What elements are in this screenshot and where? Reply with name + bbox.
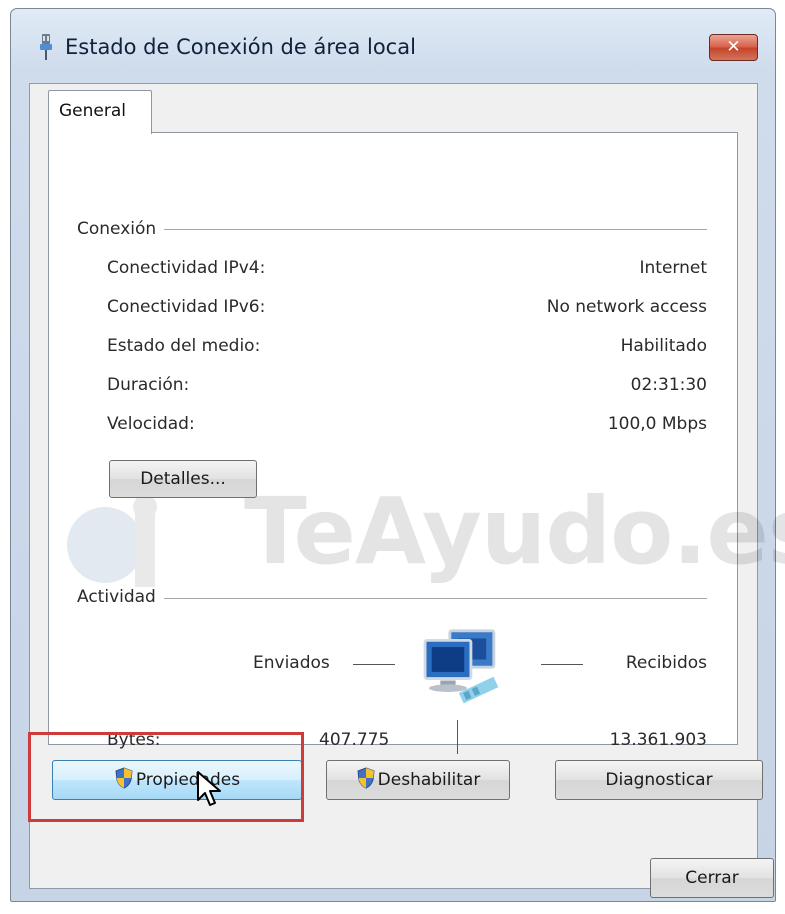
tab-general-label: General <box>59 101 126 121</box>
tab-general[interactable]: General <box>48 90 152 134</box>
connection-group-label: Conexión <box>77 219 165 239</box>
bytes-divider <box>457 720 458 754</box>
media-state-label: Estado del medio: <box>107 336 261 356</box>
close-icon: ✕ <box>726 37 741 57</box>
highlight-box <box>28 732 304 822</box>
window-title: Estado de Conexión de área local <box>65 35 416 59</box>
disable-button-label: Deshabilitar <box>377 770 481 790</box>
sent-line <box>353 664 395 665</box>
watermark-logo-icon <box>67 495 157 593</box>
received-line <box>541 664 583 665</box>
watermark-text: TeAyudo.es <box>244 478 785 585</box>
close-window-button[interactable]: ✕ <box>709 34 758 61</box>
activity-group-line <box>83 598 707 599</box>
network-computers-icon <box>423 629 499 704</box>
hand-cursor-icon <box>197 771 221 806</box>
bytes-sent-value: 407.775 <box>319 730 390 750</box>
general-panel: TeAyudo.es Conexión Conectividad IPv4: I… <box>48 132 785 754</box>
connection-group-line <box>83 229 707 230</box>
activity-group-label: Actividad <box>77 587 164 607</box>
network-adapter-icon <box>40 34 52 60</box>
details-button[interactable]: Detalles... <box>109 460 257 498</box>
sent-label: Enviados <box>253 653 330 673</box>
ipv6-value: No network access <box>546 297 707 317</box>
duration-value: 02:31:30 <box>630 375 707 395</box>
disable-button[interactable]: Deshabilitar <box>326 760 510 800</box>
bytes-received-value: 13.361.903 <box>609 730 707 750</box>
ipv6-label: Conectividad IPv6: <box>107 297 266 317</box>
ipv4-label: Conectividad IPv4: <box>107 258 266 278</box>
uac-shield-icon <box>357 767 375 789</box>
received-label: Recibidos <box>625 653 707 673</box>
ipv4-value: Internet <box>639 258 707 278</box>
media-state-value: Habilitado <box>620 336 707 356</box>
title-bar[interactable]: Estado de Conexión de área local ✕ <box>11 9 775 83</box>
duration-label: Duración: <box>107 375 190 395</box>
speed-label: Velocidad: <box>107 414 195 434</box>
speed-value: 100,0 Mbps <box>607 414 707 434</box>
close-button[interactable]: Cerrar <box>650 858 774 898</box>
diagnose-button[interactable]: Diagnosticar <box>555 760 763 800</box>
